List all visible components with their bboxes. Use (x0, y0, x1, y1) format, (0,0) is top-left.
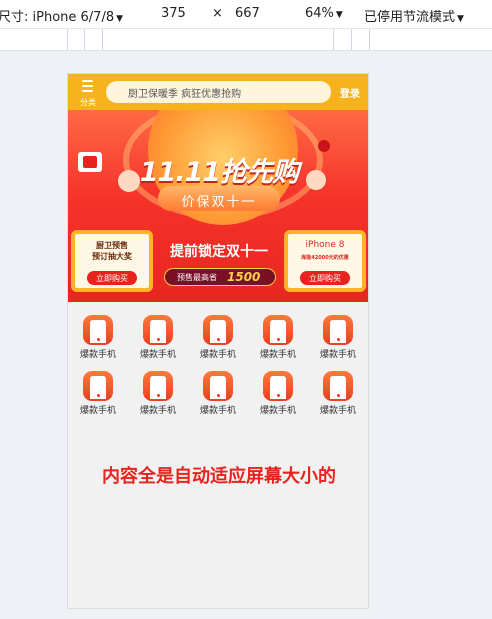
product-item[interactable]: 爆款手机 (308, 312, 368, 368)
promo-banner[interactable]: 11.11抢先购 价保双十一 厨卫预售 预订抽大奖 立即购买 提前锁定双十一 预… (68, 110, 368, 302)
chevron-down-icon: ▼ (116, 14, 124, 24)
device-select[interactable]: 尺寸: iPhone 6/7/8 ▼ (0, 6, 123, 25)
phone-icon (143, 371, 173, 401)
product-item[interactable]: 爆款手机 (188, 368, 248, 424)
phone-icon (263, 315, 293, 345)
phone-icon (143, 315, 173, 345)
ruler-tick (67, 29, 68, 50)
product-item[interactable]: 爆款手机 (248, 368, 308, 424)
card-subtitle: 预订抽大奖 (92, 252, 132, 261)
product-label: 爆款手机 (319, 350, 356, 360)
buy-now-label: 立即购买 (309, 274, 341, 283)
height-field[interactable]: 667 (235, 6, 260, 21)
product-item[interactable]: 爆款手机 (248, 312, 308, 368)
iphone-card[interactable]: iPhone 8 库能42000元的优惠 立即购买 (284, 230, 366, 292)
zoom-select[interactable]: 64% ▼ (305, 6, 343, 21)
phone-icon (263, 371, 293, 401)
product-label: 爆款手机 (319, 406, 356, 416)
product-item[interactable]: 爆款手机 (68, 312, 128, 368)
banner-subtitle-pill: 价保双十一 (158, 186, 280, 211)
chevron-down-icon: ▼ (457, 14, 464, 24)
ruler-tick (351, 29, 352, 50)
login-link[interactable]: 登录 (340, 85, 360, 100)
product-item[interactable]: 爆款手机 (128, 312, 188, 368)
ruler-tick (369, 29, 370, 50)
phone-icon (83, 371, 113, 401)
product-label: 爆款手机 (259, 350, 296, 360)
width-field[interactable]: 375 (161, 6, 186, 21)
category-menu[interactable]: 分类 (76, 78, 100, 107)
throttle-select[interactable]: 已停用节流模式 ▼ (364, 6, 464, 25)
ruler-tick (84, 29, 85, 50)
saving-label: 预售最高省 (177, 273, 217, 282)
card-subtitle: 库能42000元的优惠 (301, 255, 349, 261)
menu-icon (82, 80, 93, 93)
presale-card[interactable]: 厨卫预售 预订抽大奖 立即购买 (71, 230, 153, 292)
buy-now-label: 立即购买 (96, 274, 128, 283)
phone-icon (323, 371, 353, 401)
phone-icon (83, 315, 113, 345)
ruler-tick (333, 29, 334, 50)
saving-amount: 1500 (227, 270, 261, 284)
buy-now-button[interactable]: 立即购买 (87, 271, 137, 285)
product-item[interactable]: 爆款手机 (68, 368, 128, 424)
phone-icon (203, 371, 233, 401)
product-label: 爆款手机 (139, 350, 176, 360)
product-label: 爆款手机 (199, 406, 236, 416)
devtools-toolbar: 尺寸: iPhone 6/7/8 ▼ 375 × 667 64% ▼ 已停用节流模式… (0, 0, 492, 29)
ruler-tick (102, 29, 103, 50)
search-placeholder: 厨卫保暖季 疯狂优惠抢购 (128, 89, 242, 100)
search-input[interactable]: 厨卫保暖季 疯狂优惠抢购 (106, 81, 331, 103)
lock-title: 提前锁定双十一 (170, 244, 268, 260)
card-title: 厨卫预售 (96, 241, 128, 250)
card-title: iPhone 8 (305, 240, 345, 250)
top-header: 分类 厨卫保暖季 疯狂优惠抢购 登录 (68, 74, 368, 110)
presale-saving-badge: 预售最高省 1500 (164, 268, 276, 286)
chevron-down-icon: ▼ (335, 10, 343, 20)
product-label: 爆款手机 (199, 350, 236, 360)
banner-title: 11.11抢先购 (139, 157, 299, 188)
category-label: 分类 (80, 98, 96, 107)
dimension-separator: × (212, 6, 223, 21)
phone-icon (203, 315, 233, 345)
buy-now-button[interactable]: 立即购买 (300, 271, 350, 285)
product-item[interactable]: 爆款手机 (128, 368, 188, 424)
product-label: 爆款手机 (79, 406, 116, 416)
banner-subtitle: 价保双十一 (181, 195, 257, 210)
product-item[interactable]: 爆款手机 (308, 368, 368, 424)
phone-icon (323, 315, 353, 345)
responsive-note: 内容全是自动适应屏幕大小的 (102, 466, 336, 487)
product-item[interactable]: 爆款手机 (188, 312, 248, 368)
product-label: 爆款手机 (139, 406, 176, 416)
phone-viewport: 分类 厨卫保暖季 疯狂优惠抢购 登录 11.11抢先购 价保双十一 厨卫预售 预… (67, 73, 369, 609)
media-query-bar[interactable] (0, 29, 492, 51)
product-label: 爆款手机 (79, 350, 116, 360)
product-label: 爆款手机 (259, 406, 296, 416)
